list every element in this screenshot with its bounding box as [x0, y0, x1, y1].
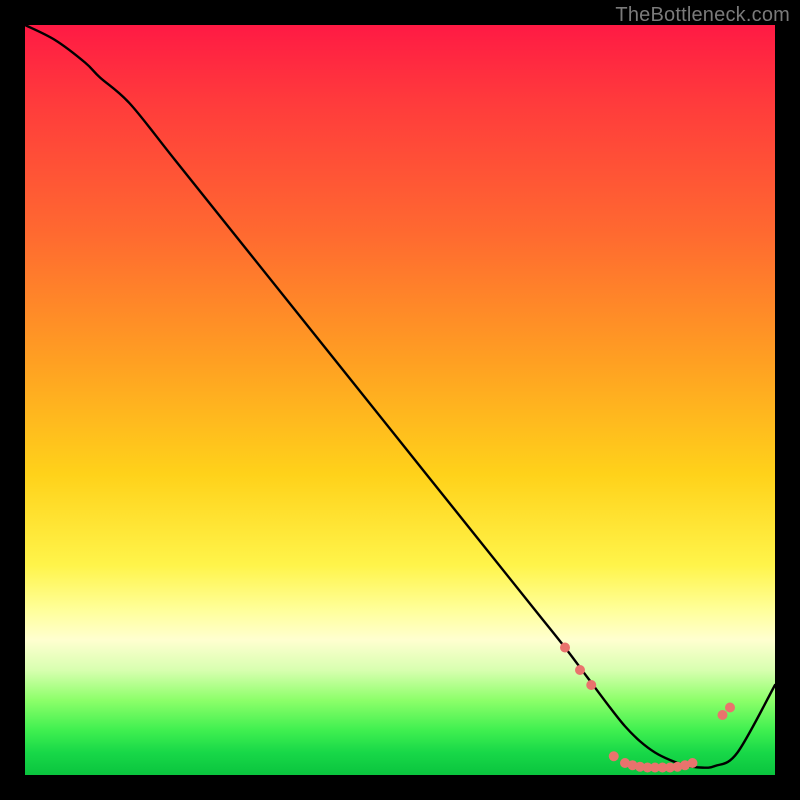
highlight-dot	[688, 758, 698, 768]
highlight-dot	[575, 665, 585, 675]
highlight-dot	[586, 680, 596, 690]
plot-area	[25, 25, 775, 775]
bottleneck-curve	[25, 25, 775, 768]
highlight-dot	[560, 643, 570, 653]
watermark-label: TheBottleneck.com	[615, 4, 790, 27]
highlight-dot	[725, 703, 735, 713]
highlight-dot	[718, 710, 728, 720]
highlight-dot	[609, 751, 619, 761]
curve-svg	[25, 25, 775, 775]
chart-frame: TheBottleneck.com	[0, 0, 800, 800]
highlight-dots	[560, 643, 735, 773]
